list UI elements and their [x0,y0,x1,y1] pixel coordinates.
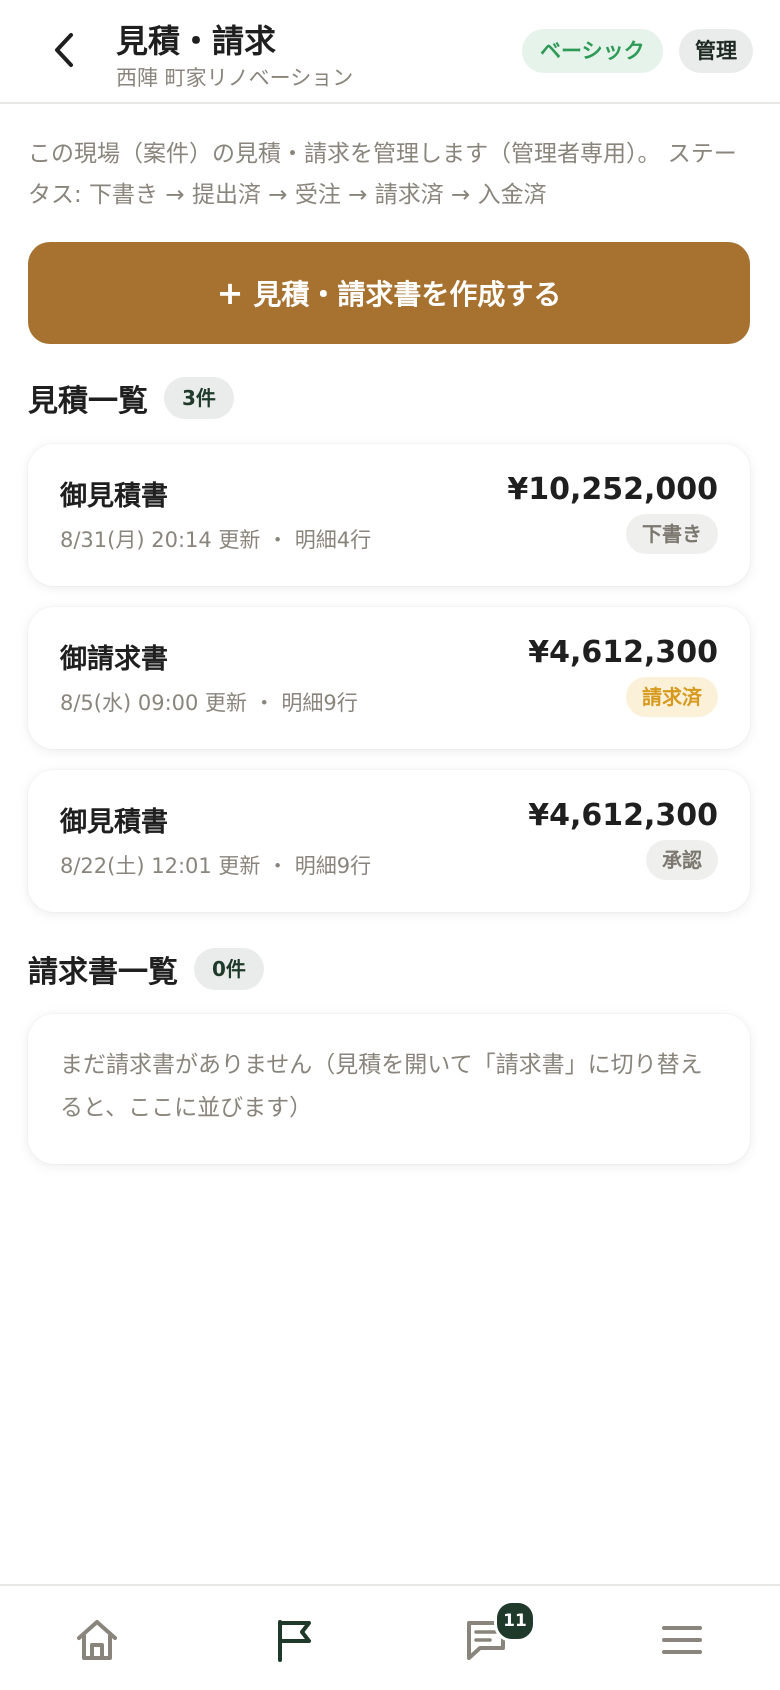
estimates-count-badge: 3件 [164,377,234,419]
status-badge: 下書き [626,514,718,554]
create-document-label: 見積・請求書を作成する [253,278,562,311]
status-badge: 請求済 [626,677,718,717]
chevron-left-icon [55,33,73,67]
invoices-count-badge: 0件 [194,948,264,990]
app-header: 見積・請求 西陣 町家リノベーション ベーシック 管理 [0,0,780,104]
bottom-nav: 11 [0,1584,780,1690]
plan-badge: ベーシック [522,29,663,73]
plus-icon: + [216,274,244,312]
estimate-card[interactable]: 御見積書 8/31(月) 20:14 更新 ・ 明細4行 ¥10,252,000… [28,444,750,586]
estimates-section-title: 見積一覧 [28,384,148,419]
nav-projects[interactable] [268,1614,320,1666]
estimate-card-amount: ¥4,612,300 [528,635,718,670]
estimate-card-meta: 8/31(月) 20:14 更新 ・ 明細4行 [60,528,372,552]
page-title: 見積・請求 [116,22,277,60]
estimate-card[interactable]: 御請求書 8/5(水) 09:00 更新 ・ 明細9行 ¥4,612,300 請… [28,607,750,749]
nav-menu[interactable] [656,1614,708,1666]
invoices-section-header: 請求書一覧 0件 [28,947,264,991]
invoices-empty-text: まだ請求書がありません（見積を開いて「請求書」に切り替えると、ここに並びます） [60,1052,703,1121]
back-button[interactable] [44,30,84,70]
role-badge: 管理 [679,29,753,73]
flag-icon [278,1620,311,1662]
invoices-empty-state: まだ請求書がありません（見積を開いて「請求書」に切り替えると、ここに並びます） [28,1014,750,1164]
page-description: この現場（案件）の見積・請求を管理します（管理者専用）。 ステータス: 下書き … [28,141,737,208]
estimate-card-amount: ¥4,612,300 [528,798,718,833]
estimate-card-title: 御請求書 [60,644,168,675]
estimates-section-header: 見積一覧 3件 [28,376,234,420]
create-document-button[interactable]: + 見積・請求書を作成する [28,242,750,344]
project-name: 西陣 町家リノベーション [116,66,354,90]
invoices-section-title: 請求書一覧 [28,955,178,990]
home-icon [77,1620,117,1660]
estimate-card-amount: ¥10,252,000 [507,472,718,507]
status-badge: 承認 [646,840,718,880]
messages-unread-badge: 11 [494,1600,536,1642]
estimate-card-title: 御見積書 [60,807,168,838]
estimate-card[interactable]: 御見積書 8/22(土) 12:01 更新 ・ 明細9行 ¥4,612,300 … [28,770,750,912]
estimate-card-meta: 8/5(水) 09:00 更新 ・ 明細9行 [60,691,358,715]
estimate-card-meta: 8/22(土) 12:01 更新 ・ 明細9行 [60,854,372,878]
menu-icon [662,1626,702,1654]
nav-home[interactable] [71,1614,123,1666]
estimate-card-title: 御見積書 [60,481,168,512]
